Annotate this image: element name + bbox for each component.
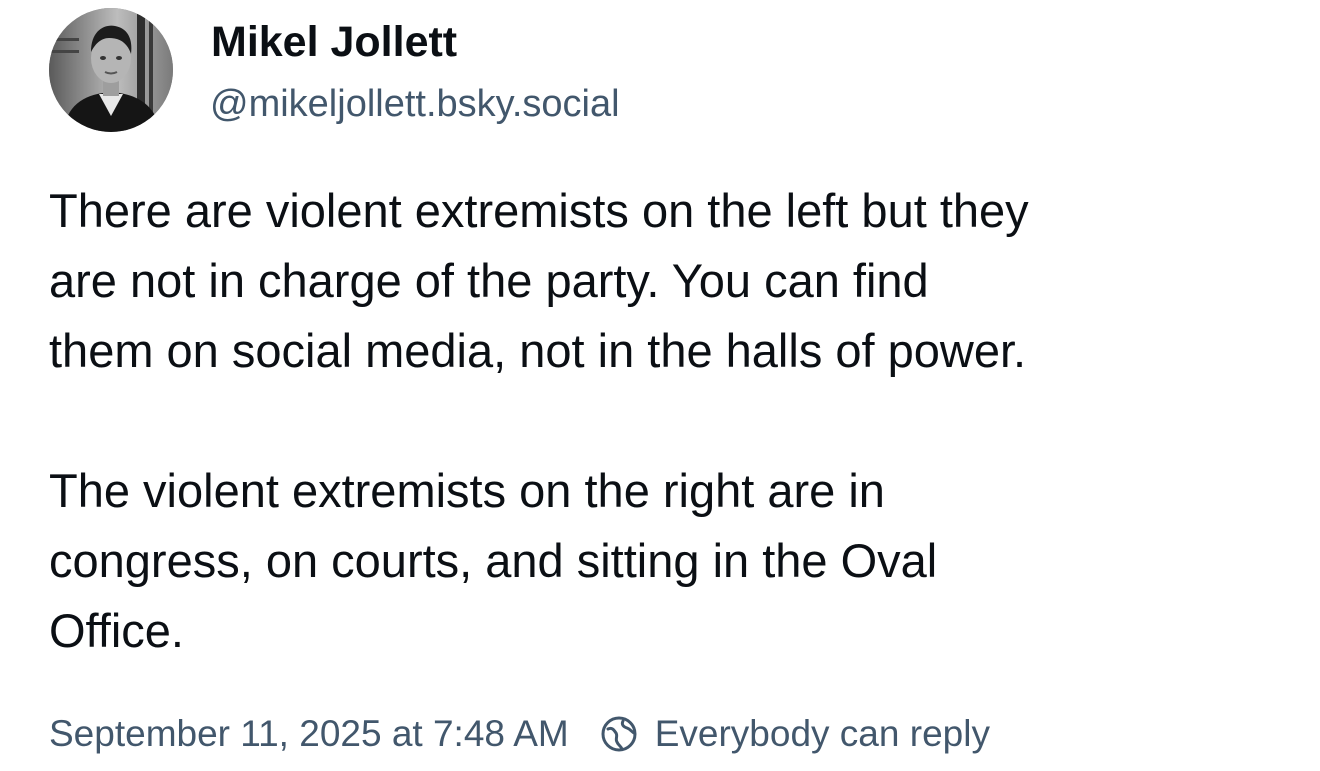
post-paragraph: There are violent extremists on the left…: [49, 184, 1029, 377]
post-timestamp: September 11, 2025 at 7:48 AM: [49, 713, 569, 754]
post-meta: September 11, 2025 at 7:48 AM Everybody …: [49, 708, 990, 760]
post-card: Mikel Jollett @mikeljollett.bsky.social …: [0, 0, 1320, 771]
avatar-photo: [49, 8, 173, 132]
globe-reply-icon: [599, 714, 639, 754]
post-paragraph: The violent extremists on the right are …: [49, 464, 938, 657]
reply-setting-label[interactable]: Everybody can reply: [655, 713, 990, 755]
author-avatar[interactable]: [49, 8, 173, 132]
author-display-name[interactable]: Mikel Jollett: [211, 14, 457, 70]
post-body: There are violent extremists on the left…: [49, 176, 1299, 666]
author-handle[interactable]: @mikeljollett.bsky.social: [210, 78, 620, 130]
